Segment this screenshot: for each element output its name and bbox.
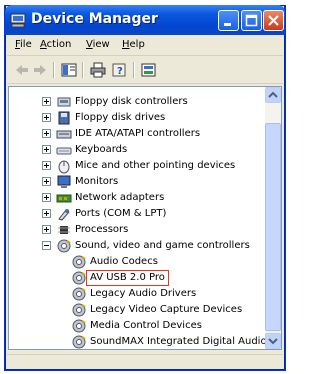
expand-icon[interactable] <box>42 113 51 122</box>
help-icon[interactable]: ? <box>111 62 129 78</box>
tree-item-label: Floppy disk drives <box>75 112 166 123</box>
chevron-up-icon <box>268 91 278 98</box>
vertical-scrollbar[interactable] <box>265 87 281 349</box>
tree-item-label: Sound, video and game controllers <box>75 240 250 251</box>
mouse-icon <box>58 160 70 174</box>
sound-device-icon <box>72 271 86 285</box>
sound-icon <box>57 239 71 253</box>
tree-item-label: IDE ATA/ATAPI controllers <box>75 128 201 139</box>
close-icon <box>268 15 279 26</box>
tree-item-label: Ports (COM & LPT) <box>75 208 167 219</box>
floppy-drive-icon <box>58 111 70 125</box>
tree-item-label: Processors <box>75 224 129 235</box>
toolbar-separator <box>82 62 84 78</box>
expand-icon[interactable] <box>42 177 51 186</box>
ide-controller-icon <box>56 130 72 139</box>
minimize-icon <box>224 23 231 26</box>
tree-item-label: Audio Codecs <box>90 256 158 267</box>
menu-file[interactable]: File <box>15 39 32 50</box>
tree-item-label: SoundMAX Integrated Digital Audio <box>90 336 267 347</box>
toolbar-separator <box>133 62 135 78</box>
title-bar[interactable]: Device Manager <box>5 5 285 35</box>
expand-icon[interactable] <box>42 209 51 218</box>
tree-item-label: Legacy Video Capture Devices <box>90 304 243 315</box>
menu-view[interactable]: View <box>86 39 110 50</box>
floppy-controller-icon <box>57 97 71 107</box>
port-icon <box>58 209 70 221</box>
sound-device-icon <box>72 319 86 333</box>
toolbar-separator <box>53 62 55 78</box>
expand-icon[interactable] <box>42 161 51 170</box>
close-button[interactable] <box>263 10 284 31</box>
menu-action[interactable]: Action <box>40 39 71 50</box>
expand-icon[interactable] <box>42 225 51 234</box>
scroll-down-button[interactable] <box>265 333 281 349</box>
expand-icon[interactable] <box>42 145 51 154</box>
sound-device-icon <box>72 335 86 349</box>
network-adapter-icon <box>56 194 72 203</box>
expand-icon[interactable] <box>42 129 51 138</box>
expand-icon[interactable] <box>42 97 51 106</box>
device-manager-window: Device Manager File Action View Help ? F… <box>4 5 286 371</box>
collapse-icon[interactable] <box>42 241 51 250</box>
menu-help[interactable]: Help <box>122 39 145 50</box>
scroll-thumb[interactable] <box>265 123 281 331</box>
tree-item-label: Floppy disk controllers <box>75 96 188 107</box>
tree-item-label-highlighted: AV USB 2.0 Pro <box>86 270 169 286</box>
tree-item-label: Monitors <box>75 176 119 187</box>
sound-device-icon <box>72 287 86 301</box>
svg-text:?: ? <box>117 66 123 77</box>
sound-device-icon <box>72 303 86 317</box>
properties-icon[interactable] <box>140 62 158 78</box>
back-icon[interactable] <box>13 62 31 78</box>
sound-device-icon <box>72 255 86 269</box>
chevron-down-icon <box>268 338 278 345</box>
tree-item-label: Media Control Devices <box>90 320 202 331</box>
tree-item-label: Network adapters <box>75 192 165 203</box>
maximize-icon <box>245 14 258 27</box>
device-manager-icon <box>10 13 26 28</box>
minimize-button[interactable] <box>218 10 239 31</box>
processor-icon <box>58 226 70 234</box>
forward-icon[interactable] <box>31 62 49 78</box>
window-title: Device Manager <box>31 11 158 27</box>
status-bar <box>7 354 283 369</box>
tree-item-label: Keyboards <box>75 144 128 155</box>
keyboard-icon <box>56 147 72 155</box>
expand-icon[interactable] <box>42 193 51 202</box>
tree-item-label: Legacy Audio Drivers <box>90 288 197 299</box>
print-icon[interactable] <box>89 62 107 78</box>
menu-bar: File Action View Help <box>7 36 283 56</box>
maximize-button[interactable] <box>241 10 262 31</box>
toolbar: ? <box>7 58 283 84</box>
monitor-icon <box>57 175 71 188</box>
show-hide-tree-icon[interactable] <box>60 62 78 78</box>
scroll-up-button[interactable] <box>265 87 281 103</box>
device-tree-pane[interactable]: Floppy disk controllers Floppy disk drive… <box>8 86 282 350</box>
tree-item-label: Mice and other pointing devices <box>75 160 236 171</box>
